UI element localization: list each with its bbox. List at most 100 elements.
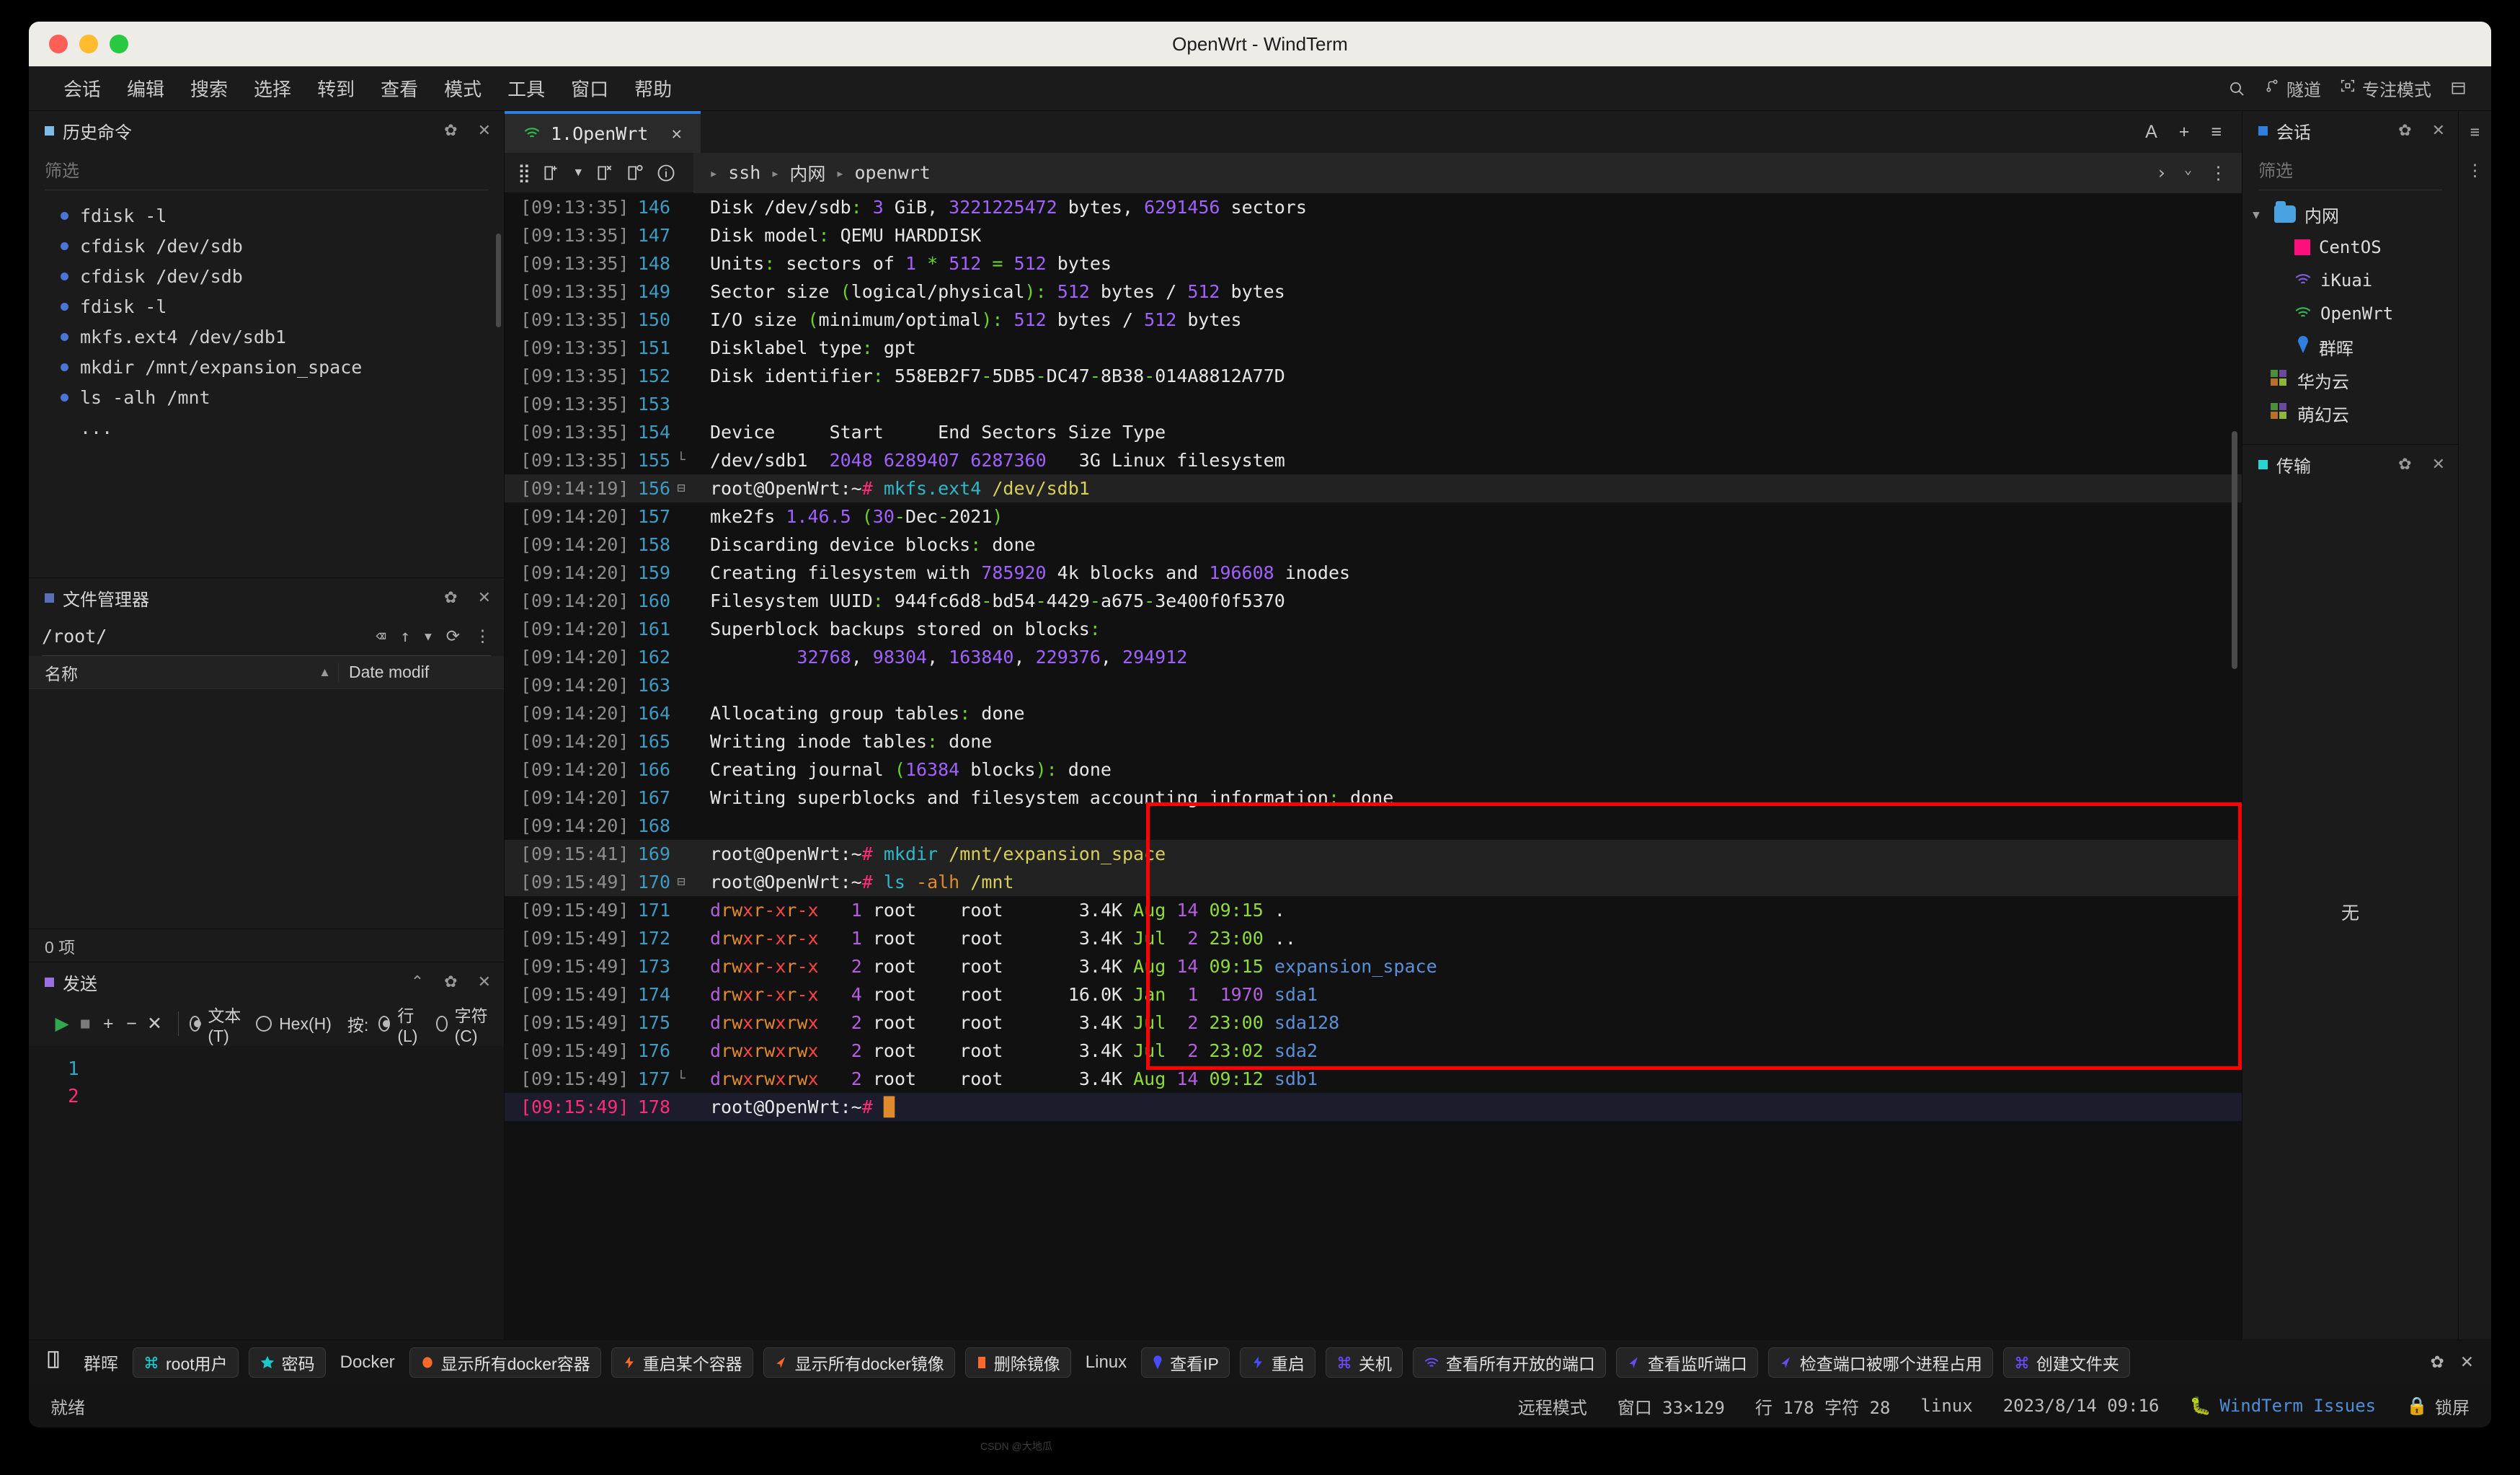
search-icon[interactable] — [2228, 80, 2245, 97]
file-manager-file-list[interactable] — [29, 689, 504, 929]
send-mode-text-radio[interactable]: 文本(T) — [190, 1002, 241, 1046]
session-filter-input[interactable] — [2258, 161, 2442, 182]
fold-toggle-icon[interactable]: ⊟ — [670, 474, 692, 502]
reconnect-session-icon[interactable] — [626, 163, 644, 183]
breadcrumb-next-icon[interactable]: › — [2156, 162, 2167, 183]
menu-edit[interactable]: 编辑 — [114, 71, 177, 106]
quickbar-close-icon[interactable]: ✕ — [2460, 1352, 2474, 1372]
send-stop-button[interactable]: ■ — [74, 1014, 97, 1035]
status-issues-link[interactable]: 🐛 WindTerm Issues — [2189, 1396, 2376, 1416]
parent-folder-icon[interactable]: ↑ — [400, 627, 410, 646]
status-os[interactable]: linux — [1920, 1396, 1972, 1416]
breadcrumb-group[interactable]: 内网 — [779, 160, 835, 186]
send-editor[interactable]: 1 2 — [29, 1046, 504, 1339]
quickbar-button-显示所有docker镜像[interactable]: 显示所有docker镜像 — [763, 1347, 955, 1378]
layout-icon[interactable] — [2450, 80, 2467, 97]
sidebar-item-huawei-cloud[interactable]: 华为云 — [2242, 363, 2458, 397]
status-lock-screen[interactable]: 🔒 锁屏 — [2406, 1394, 2470, 1419]
chevron-down-icon[interactable]: ▼ — [572, 167, 584, 180]
send-gear-icon[interactable]: ✿ — [444, 973, 457, 991]
menu-select[interactable]: 选择 — [241, 71, 304, 106]
terminal-output[interactable]: [09:13:35]146Disk /dev/sdb: 3 GiB, 32212… — [505, 193, 2242, 1339]
menu-goto[interactable]: 转到 — [304, 71, 368, 106]
quickbar-button-查看监听端口[interactable]: 查看监听端口 — [1616, 1347, 1758, 1378]
session-filter-box[interactable] — [2258, 153, 2442, 190]
quickbar-button-查看IP[interactable]: 查看IP — [1141, 1347, 1230, 1378]
send-remove-button[interactable]: − — [120, 1014, 143, 1035]
history-item[interactable]: cfdisk /dev/sdb — [29, 261, 504, 291]
history-item-more[interactable]: ... — [29, 412, 504, 443]
menu-help[interactable]: 帮助 — [621, 71, 685, 106]
sidebar-item-menghuan-cloud[interactable]: 萌幻云 — [2242, 397, 2458, 430]
menu-window[interactable]: 窗口 — [558, 71, 621, 106]
breadcrumb-ssh[interactable]: ssh — [718, 162, 771, 183]
chevron-down-icon[interactable]: ▼ — [425, 629, 432, 643]
menu-session[interactable]: 会话 — [50, 71, 114, 106]
send-mode-hex-radio[interactable]: Hex(H) — [256, 1014, 332, 1034]
focus-mode-menu-item[interactable]: 专注模式 — [2340, 76, 2431, 101]
session-group-internal[interactable]: ▼ 内网 — [2242, 198, 2458, 231]
history-filter-box[interactable] — [45, 153, 488, 190]
status-mode[interactable]: 远程模式 — [1518, 1394, 1587, 1419]
chevron-down-icon[interactable]: ▼ — [2247, 208, 2266, 221]
quickbar-button-重启某个容器[interactable]: 重启某个容器 — [611, 1347, 753, 1378]
history-item[interactable]: cfdisk /dev/sdb — [29, 231, 504, 261]
send-add-button[interactable]: + — [97, 1014, 120, 1035]
status-window-size[interactable]: 窗口 33×129 — [1618, 1394, 1725, 1419]
more-options-icon[interactable]: ⋮ — [474, 627, 491, 646]
tunnel-menu-item[interactable]: 隧道 — [2264, 76, 2321, 101]
new-session-icon[interactable] — [542, 163, 561, 183]
session-close-icon[interactable]: ✕ — [2432, 121, 2445, 140]
history-item[interactable]: fdisk -l — [29, 200, 504, 231]
history-item[interactable]: mkfs.ext4 /dev/sdb1 — [29, 322, 504, 352]
history-filter-input[interactable] — [45, 161, 488, 182]
rail-more-icon[interactable]: ⋮ — [2467, 161, 2483, 180]
file-manager-close-icon[interactable]: ✕ — [478, 588, 491, 607]
history-scrollbar[interactable] — [496, 234, 501, 327]
file-manager-gear-icon[interactable]: ✿ — [444, 588, 457, 607]
menu-tools[interactable]: 工具 — [494, 71, 558, 106]
menu-search[interactable]: 搜索 — [177, 71, 241, 106]
breadcrumb-more-icon[interactable]: ⋮ — [2209, 162, 2227, 183]
history-settings-gear-icon[interactable]: ✿ — [444, 121, 457, 140]
door-icon[interactable] — [39, 1350, 69, 1375]
breadcrumb-expand-icon[interactable]: ⌄ — [2184, 162, 2192, 183]
breadcrumb-host[interactable]: openwrt — [844, 162, 940, 183]
tab-menu-button[interactable]: ≡ — [2211, 122, 2222, 143]
column-header-name[interactable]: 名称▲ — [29, 660, 338, 685]
sidebar-item-centos[interactable]: CentOS — [2242, 231, 2458, 264]
quickbar-button-查看所有开放的端口[interactable]: 查看所有开放的端口 — [1413, 1347, 1606, 1378]
new-tab-button[interactable]: + — [2179, 122, 2190, 143]
sidebar-item-ikuai[interactable]: iKuai — [2242, 264, 2458, 297]
drag-handle-icon[interactable]: ⣿ — [518, 162, 531, 184]
quickbar-button-创建文件夹[interactable]: 创建文件夹 — [2003, 1347, 2130, 1378]
send-by-char-radio[interactable]: 字符(C) — [436, 1002, 489, 1046]
quickbar-button-显示所有docker容器[interactable]: 显示所有docker容器 — [409, 1347, 601, 1378]
quickbar-gear-icon[interactable]: ✿ — [2430, 1352, 2444, 1372]
sidebar-item-synology[interactable]: 群晖 — [2242, 330, 2458, 363]
history-item[interactable]: fdisk -l — [29, 291, 504, 322]
session-gear-icon[interactable]: ✿ — [2398, 121, 2411, 140]
history-close-icon[interactable]: ✕ — [478, 121, 491, 140]
history-item[interactable]: mkdir /mnt/expansion_space — [29, 352, 504, 382]
quickbar-button-关机[interactable]: 关机 — [1326, 1347, 1403, 1378]
file-manager-path-bar[interactable]: /root/ ⌫ ↑ ▼ ⟳ ⋮ — [42, 617, 491, 656]
status-cursor-position[interactable]: 行 178 字符 28 — [1755, 1394, 1891, 1419]
quickbar-button-检查端口被哪个进程占用[interactable]: 检查端口被哪个进程占用 — [1768, 1347, 1993, 1378]
send-play-button[interactable]: ▶ — [50, 1013, 74, 1035]
close-session-icon[interactable] — [595, 163, 614, 183]
refresh-icon[interactable]: ⟳ — [446, 627, 460, 646]
quickbar-button-密码[interactable]: 密码 — [249, 1347, 326, 1378]
quickbar-button-root用户[interactable]: root用户 — [133, 1347, 239, 1378]
tab-close-icon[interactable]: ✕ — [671, 123, 681, 143]
send-collapse-icon[interactable]: ⌃ — [411, 973, 424, 991]
clear-path-icon[interactable]: ⌫ — [376, 627, 386, 646]
send-clear-button[interactable]: ✕ — [143, 1013, 166, 1035]
send-close-icon[interactable]: ✕ — [478, 973, 491, 991]
column-header-date[interactable]: Date modif — [338, 663, 504, 682]
transfer-gear-icon[interactable]: ✿ — [2398, 455, 2411, 474]
quickbar-button-重启[interactable]: 重启 — [1240, 1347, 1316, 1378]
menu-view[interactable]: 查看 — [368, 71, 431, 106]
transfer-close-icon[interactable]: ✕ — [2432, 455, 2445, 474]
info-icon[interactable] — [656, 163, 676, 183]
